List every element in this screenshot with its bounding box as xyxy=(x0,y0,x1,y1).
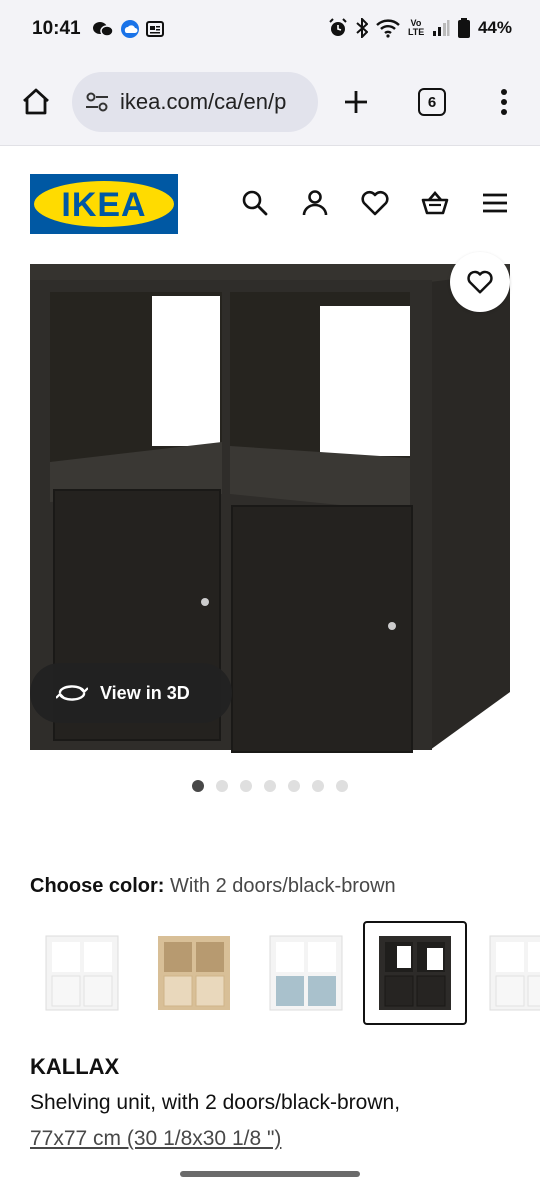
add-to-favourites-button[interactable] xyxy=(450,252,510,312)
bluetooth-icon xyxy=(356,18,368,38)
gesture-navigation-bar[interactable] xyxy=(180,1171,360,1177)
color-swatch-black-brown[interactable] xyxy=(363,921,467,1025)
url-text: ikea.com/ca/en/p xyxy=(120,89,287,114)
cloud-app-icon xyxy=(121,20,139,38)
color-swatch-white-alt[interactable] xyxy=(474,921,540,1025)
home-icon[interactable] xyxy=(20,86,52,118)
gallery-dot[interactable] xyxy=(264,780,276,792)
choose-color-value: With 2 doors/black-brown xyxy=(170,875,396,897)
wifi-icon xyxy=(376,19,400,38)
profile-icon[interactable] xyxy=(300,188,330,218)
gallery-pagination xyxy=(192,780,348,792)
wechat-icon xyxy=(93,22,114,37)
choose-color-label: Choose color: xyxy=(30,875,165,897)
choose-color-heading: Choose color: With 2 doors/black-brown xyxy=(30,875,396,898)
color-swatch-list xyxy=(0,921,540,1027)
shopping-bag-icon[interactable] xyxy=(420,188,450,218)
gallery-dot[interactable] xyxy=(336,780,348,792)
tab-switcher-button[interactable]: 6 xyxy=(418,88,446,116)
status-time: 10:41 xyxy=(32,18,81,39)
gallery-dot[interactable] xyxy=(288,780,300,792)
cell-signal-icon xyxy=(432,20,450,36)
more-options-icon[interactable] xyxy=(488,86,520,118)
battery-icon xyxy=(457,18,470,38)
product-size-link[interactable]: 77x77 cm (30 1/8x30 1/8 ") xyxy=(30,1127,281,1151)
ikea-logo-text: IKEA xyxy=(61,186,146,224)
heart-icon xyxy=(467,270,493,294)
gallery-dot[interactable] xyxy=(216,780,228,792)
hamburger-menu-icon[interactable] xyxy=(480,188,510,218)
swatch-image xyxy=(158,936,230,1010)
swatch-image xyxy=(489,935,540,1011)
gallery-dot[interactable] xyxy=(240,780,252,792)
tab-count: 6 xyxy=(427,93,437,111)
news-icon xyxy=(146,21,164,37)
site-header: IKEA xyxy=(0,146,540,262)
site-settings-icon[interactable] xyxy=(84,89,110,115)
address-bar[interactable]: ikea.com/ca/en/p xyxy=(72,72,318,132)
color-swatch-white[interactable] xyxy=(30,921,134,1025)
swatch-image xyxy=(379,936,451,1010)
swatch-image xyxy=(45,935,119,1011)
new-tab-icon[interactable] xyxy=(340,86,372,118)
color-swatch-oak[interactable] xyxy=(142,921,246,1025)
favourites-icon[interactable] xyxy=(360,188,390,218)
status-bar: 10:41 Vo LTE 44% xyxy=(0,0,540,58)
rotate-3d-icon xyxy=(56,685,88,701)
alarm-icon xyxy=(329,18,347,36)
product-description: Shelving unit, with 2 doors/black-brown, xyxy=(30,1091,401,1114)
ikea-logo-graphic: IKEA xyxy=(30,174,178,234)
view-in-3d-button[interactable]: View in 3D xyxy=(30,663,232,723)
view-in-3d-label: View in 3D xyxy=(100,682,190,703)
system-status: Vo LTE 44% xyxy=(328,18,512,38)
swatch-image xyxy=(269,935,343,1011)
color-swatch-white-light-blue[interactable] xyxy=(254,921,358,1025)
volte-icon: Vo LTE xyxy=(407,18,425,37)
notification-icons xyxy=(92,19,164,39)
browser-toolbar: ikea.com/ca/en/p 6 xyxy=(0,58,540,146)
ikea-logo[interactable]: IKEA xyxy=(30,174,178,234)
product-name: KALLAX xyxy=(30,1054,120,1079)
battery-percent: 44% xyxy=(477,18,512,37)
gallery-dot[interactable] xyxy=(192,780,204,792)
gallery-dot[interactable] xyxy=(312,780,324,792)
search-icon[interactable] xyxy=(240,188,270,218)
